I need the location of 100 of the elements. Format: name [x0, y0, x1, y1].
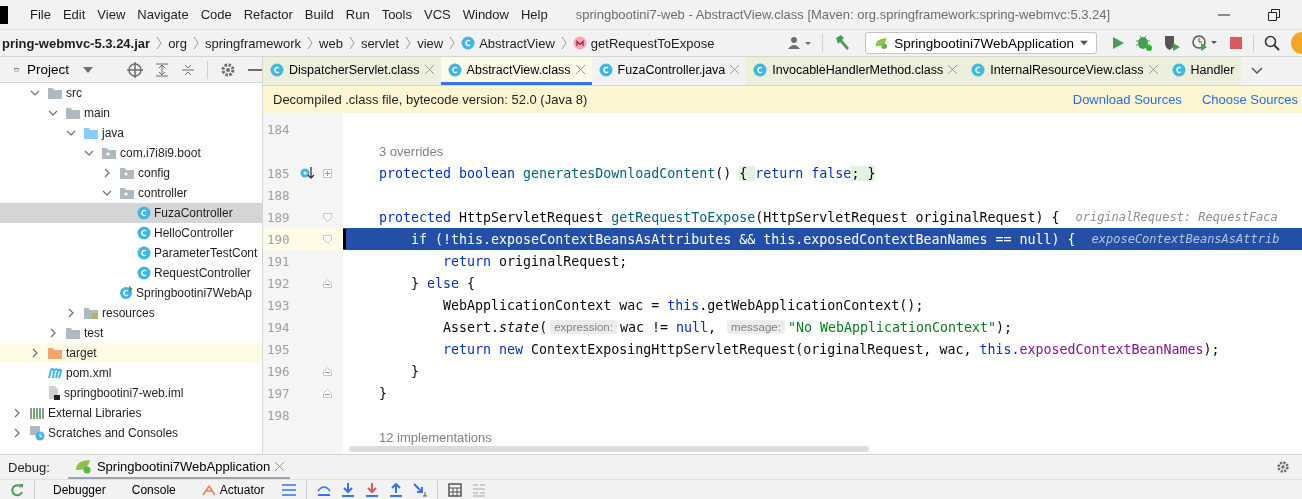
collapse-all-icon[interactable] — [181, 62, 195, 77]
locate-icon[interactable] — [127, 61, 143, 78]
close-icon[interactable] — [575, 65, 585, 74]
line-number: 190 — [266, 231, 291, 247]
minimize-icon[interactable] — [1218, 13, 1230, 16]
class-icon — [598, 62, 613, 77]
debug-icon[interactable] — [1135, 34, 1153, 52]
step-out-icon[interactable] — [389, 482, 404, 497]
breadcrumb-item[interactable]: org — [168, 35, 187, 51]
fold-expand-icon[interactable] — [323, 168, 332, 178]
tree-item[interactable]: RequestController — [0, 263, 262, 283]
user-icon[interactable] — [788, 36, 812, 50]
breadcrumb-item[interactable]: view — [417, 35, 444, 51]
menu-item[interactable]: Build — [298, 7, 340, 22]
method-icon — [572, 36, 587, 50]
chevron-down-icon[interactable] — [1251, 67, 1264, 75]
menu-item[interactable]: Help — [514, 7, 554, 22]
menu-item[interactable]: VCS — [418, 7, 457, 22]
fold-end-icon[interactable] — [323, 278, 332, 288]
close-icon[interactable] — [730, 65, 740, 74]
hammer-icon[interactable] — [833, 34, 851, 52]
close-icon[interactable] — [948, 65, 958, 74]
tree-item[interactable]: controller — [0, 183, 262, 203]
debug-tab[interactable]: Debugger — [45, 482, 114, 497]
settings-icon[interactable] — [1276, 460, 1290, 474]
horizontal-scrollbar[interactable] — [349, 446, 869, 452]
editor-tab[interactable]: InternalResourceView.class — [964, 57, 1165, 85]
coverage-icon[interactable] — [1163, 34, 1181, 52]
debug-tab[interactable]: Actuator — [193, 482, 273, 497]
editor-tab[interactable]: DispatcherServlet.class — [263, 57, 441, 85]
run-icon[interactable] — [1111, 36, 1125, 50]
restore-icon[interactable] — [1268, 8, 1280, 21]
expand-all-icon[interactable] — [155, 62, 169, 77]
settings-icon[interactable] — [220, 61, 236, 78]
notice-link[interactable]: Choose Sources — [1201, 92, 1298, 107]
tree-item[interactable]: Scratches and Consoles — [0, 423, 262, 443]
overridden-method-icon[interactable] — [299, 166, 315, 180]
fold-end-icon[interactable] — [323, 366, 332, 376]
breadcrumb-item[interactable]: pring-webmvc-5.3.24.jar — [2, 35, 151, 51]
menu-item[interactable]: View — [91, 7, 132, 22]
tree-item[interactable]: src — [0, 83, 262, 103]
line-number: 198 — [266, 407, 291, 423]
step-into-icon[interactable] — [341, 482, 356, 497]
notice-link[interactable]: Download Sources — [1072, 92, 1182, 107]
fold-end-icon[interactable] — [323, 388, 332, 398]
menu-item[interactable]: File — [24, 7, 57, 22]
package-icon — [119, 186, 135, 200]
tree-item[interactable]: pom.xml — [0, 363, 262, 383]
breadcrumb-item[interactable]: web — [319, 35, 343, 51]
close-icon[interactable] — [424, 65, 434, 74]
stop-icon[interactable] — [1229, 36, 1243, 50]
calculator-icon[interactable] — [448, 482, 463, 497]
menu-item[interactable]: Refactor — [237, 7, 299, 22]
tree-item[interactable]: com.i7i8i9.boot — [0, 143, 262, 163]
menu-item[interactable]: Code — [194, 7, 238, 22]
editor-tab[interactable]: Handler — [1164, 57, 1242, 85]
resources-folder-icon — [83, 306, 99, 320]
run-configuration-dropdown[interactable]: Springbootini7WebApplication — [865, 32, 1097, 54]
libraries-icon — [29, 406, 45, 420]
tree-item[interactable]: springbootini7-web.iml — [0, 383, 262, 403]
close-icon[interactable] — [1148, 65, 1158, 74]
debug-session-tab[interactable]: Springbootini7WebApplication — [67, 455, 291, 479]
rerun-icon[interactable] — [10, 482, 24, 497]
breadcrumb-item[interactable]: springframework — [204, 35, 301, 51]
code-text: protected HttpServletRequest getRequestToExpose(HttpServletRequest originalRequest) { — [379, 209, 1060, 225]
tree-item[interactable]: FuzaController — [0, 203, 262, 223]
menu-item[interactable]: Window — [456, 7, 515, 22]
spring-icon — [874, 35, 889, 51]
tree-item[interactable]: HelloController — [0, 223, 262, 243]
profiler-icon[interactable] — [1191, 34, 1219, 52]
tree-item[interactable]: config — [0, 163, 262, 183]
tree-item[interactable]: resources — [0, 303, 262, 323]
tree-item[interactable]: java — [0, 123, 262, 143]
code-vision-hint[interactable]: 3 overrides — [343, 140, 444, 162]
menu-icon[interactable] — [282, 483, 297, 496]
tree-item[interactable]: main — [0, 103, 262, 123]
tree-item[interactable]: ParameterTestCont — [0, 243, 262, 263]
editor-tab[interactable]: AbstractView.class — [440, 57, 592, 85]
project-view-dropdown[interactable]: Project — [22, 62, 97, 77]
debug-tab[interactable]: Console — [123, 482, 184, 497]
force-step-into-icon[interactable] — [365, 482, 380, 497]
menu-item[interactable]: Tools — [375, 7, 418, 22]
close-icon[interactable] — [275, 461, 285, 471]
editor-tab[interactable]: InvocableHandlerMethod.class — [746, 57, 965, 85]
hide-panel-icon[interactable] — [248, 68, 262, 71]
tree-item[interactable]: Springbootini7WebAp — [0, 283, 262, 303]
code-vision-hint[interactable]: 12 implementations — [343, 426, 492, 448]
tree-item[interactable]: target — [0, 343, 262, 363]
search-icon[interactable] — [1264, 35, 1280, 51]
menu-item[interactable]: Navigate — [131, 7, 195, 22]
menu-item[interactable]: Edit — [56, 7, 92, 22]
chevron-icon — [405, 36, 412, 50]
breadcrumb-item[interactable]: servlet — [360, 35, 400, 51]
maven-icon — [47, 366, 63, 380]
menu-item[interactable]: Run — [339, 7, 376, 22]
breadcrumb-item[interactable]: AbstractView — [461, 35, 555, 51]
breadcrumb-item[interactable]: getRequestToExpose — [572, 35, 715, 51]
tree-item[interactable]: External Libraries — [0, 403, 262, 423]
tree-item[interactable]: test — [0, 323, 262, 343]
run-to-cursor-icon[interactable] — [413, 482, 428, 497]
